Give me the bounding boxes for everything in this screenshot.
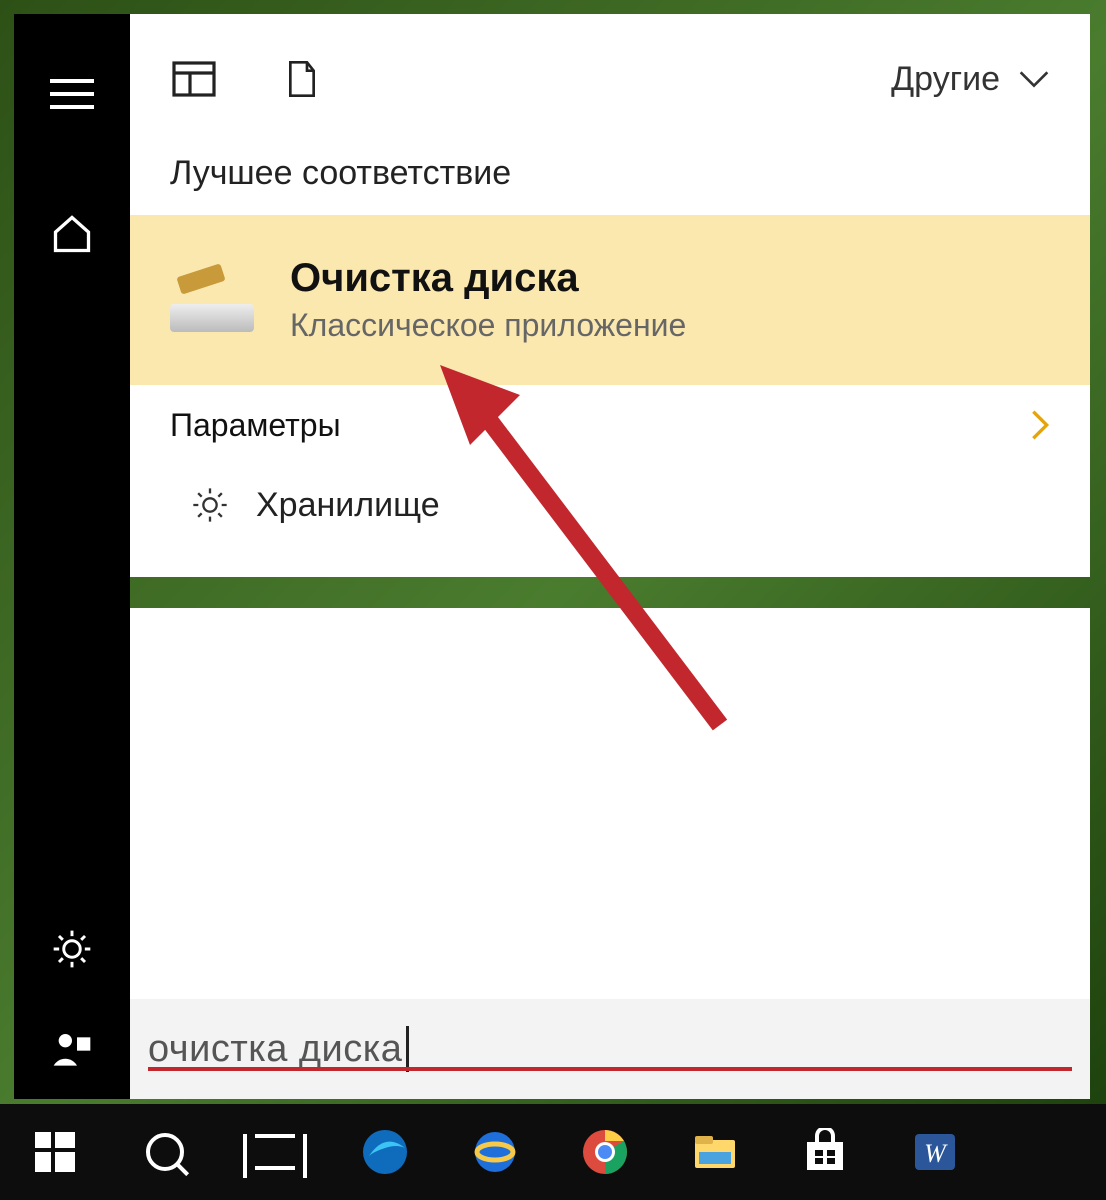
start-button[interactable] [0, 1104, 110, 1200]
search-input[interactable]: очистка диска [130, 999, 1090, 1099]
chevron-right-icon [1030, 409, 1050, 441]
taskbar-app-store[interactable] [770, 1104, 880, 1200]
taskbar: W [0, 1104, 1106, 1200]
best-match-subtitle: Классическое приложение [290, 307, 686, 344]
search-query-text: очистка диска [148, 1028, 402, 1071]
filter-more-label: Другие [891, 60, 1000, 99]
filter-more-button[interactable]: Другие [891, 60, 1050, 99]
taskbar-app-explorer[interactable] [660, 1104, 770, 1200]
document-icon [282, 55, 322, 103]
account-button[interactable] [14, 999, 130, 1099]
edge-icon [361, 1128, 409, 1176]
search-lower-panel: очистка диска [130, 608, 1090, 1099]
taskbar-search-button[interactable] [110, 1104, 220, 1200]
best-match-header: Лучшее соответствие [130, 144, 1090, 215]
gear-icon [50, 927, 94, 971]
hamburger-button[interactable] [14, 44, 130, 144]
taskbar-app-edge[interactable] [330, 1104, 440, 1200]
disk-cleanup-icon [170, 268, 254, 332]
search-results-panel: Другие Лучшее соответствие Очистка диска… [130, 14, 1090, 577]
word-icon: W [911, 1128, 959, 1176]
chrome-icon [581, 1128, 629, 1176]
filter-documents-button[interactable] [278, 55, 326, 103]
settings-item-storage[interactable]: Хранилище [130, 465, 1090, 545]
taskbar-app-chrome[interactable] [550, 1104, 660, 1200]
svg-text:W: W [924, 1139, 948, 1168]
person-icon [52, 1029, 92, 1069]
gear-icon [190, 485, 230, 525]
settings-section-row[interactable]: Параметры [130, 385, 1090, 465]
taskbar-app-ie[interactable] [440, 1104, 550, 1200]
settings-item-label: Хранилище [256, 486, 440, 525]
chevron-down-icon [1018, 69, 1050, 89]
best-match-title: Очистка диска [290, 256, 686, 301]
best-match-item[interactable]: Очистка диска Классическое приложение [130, 215, 1090, 385]
store-icon [801, 1128, 849, 1176]
filter-apps-button[interactable] [170, 55, 218, 103]
home-button[interactable] [14, 184, 130, 284]
annotation-underline [148, 1067, 1072, 1071]
text-caret [406, 1026, 409, 1072]
settings-button[interactable] [14, 899, 130, 999]
home-icon [50, 212, 94, 256]
internet-explorer-icon [471, 1128, 519, 1176]
task-view-button[interactable] [220, 1104, 330, 1200]
hamburger-icon [50, 79, 94, 109]
file-explorer-icon [691, 1128, 739, 1176]
task-view-icon [251, 1134, 299, 1170]
settings-section-label: Параметры [170, 407, 341, 444]
windows-logo-icon [35, 1132, 75, 1172]
search-filter-bar: Другие [130, 14, 1090, 144]
taskbar-app-word[interactable]: W [880, 1104, 990, 1200]
search-icon [146, 1133, 184, 1171]
start-left-rail [14, 14, 130, 1099]
app-window-icon [170, 55, 218, 103]
